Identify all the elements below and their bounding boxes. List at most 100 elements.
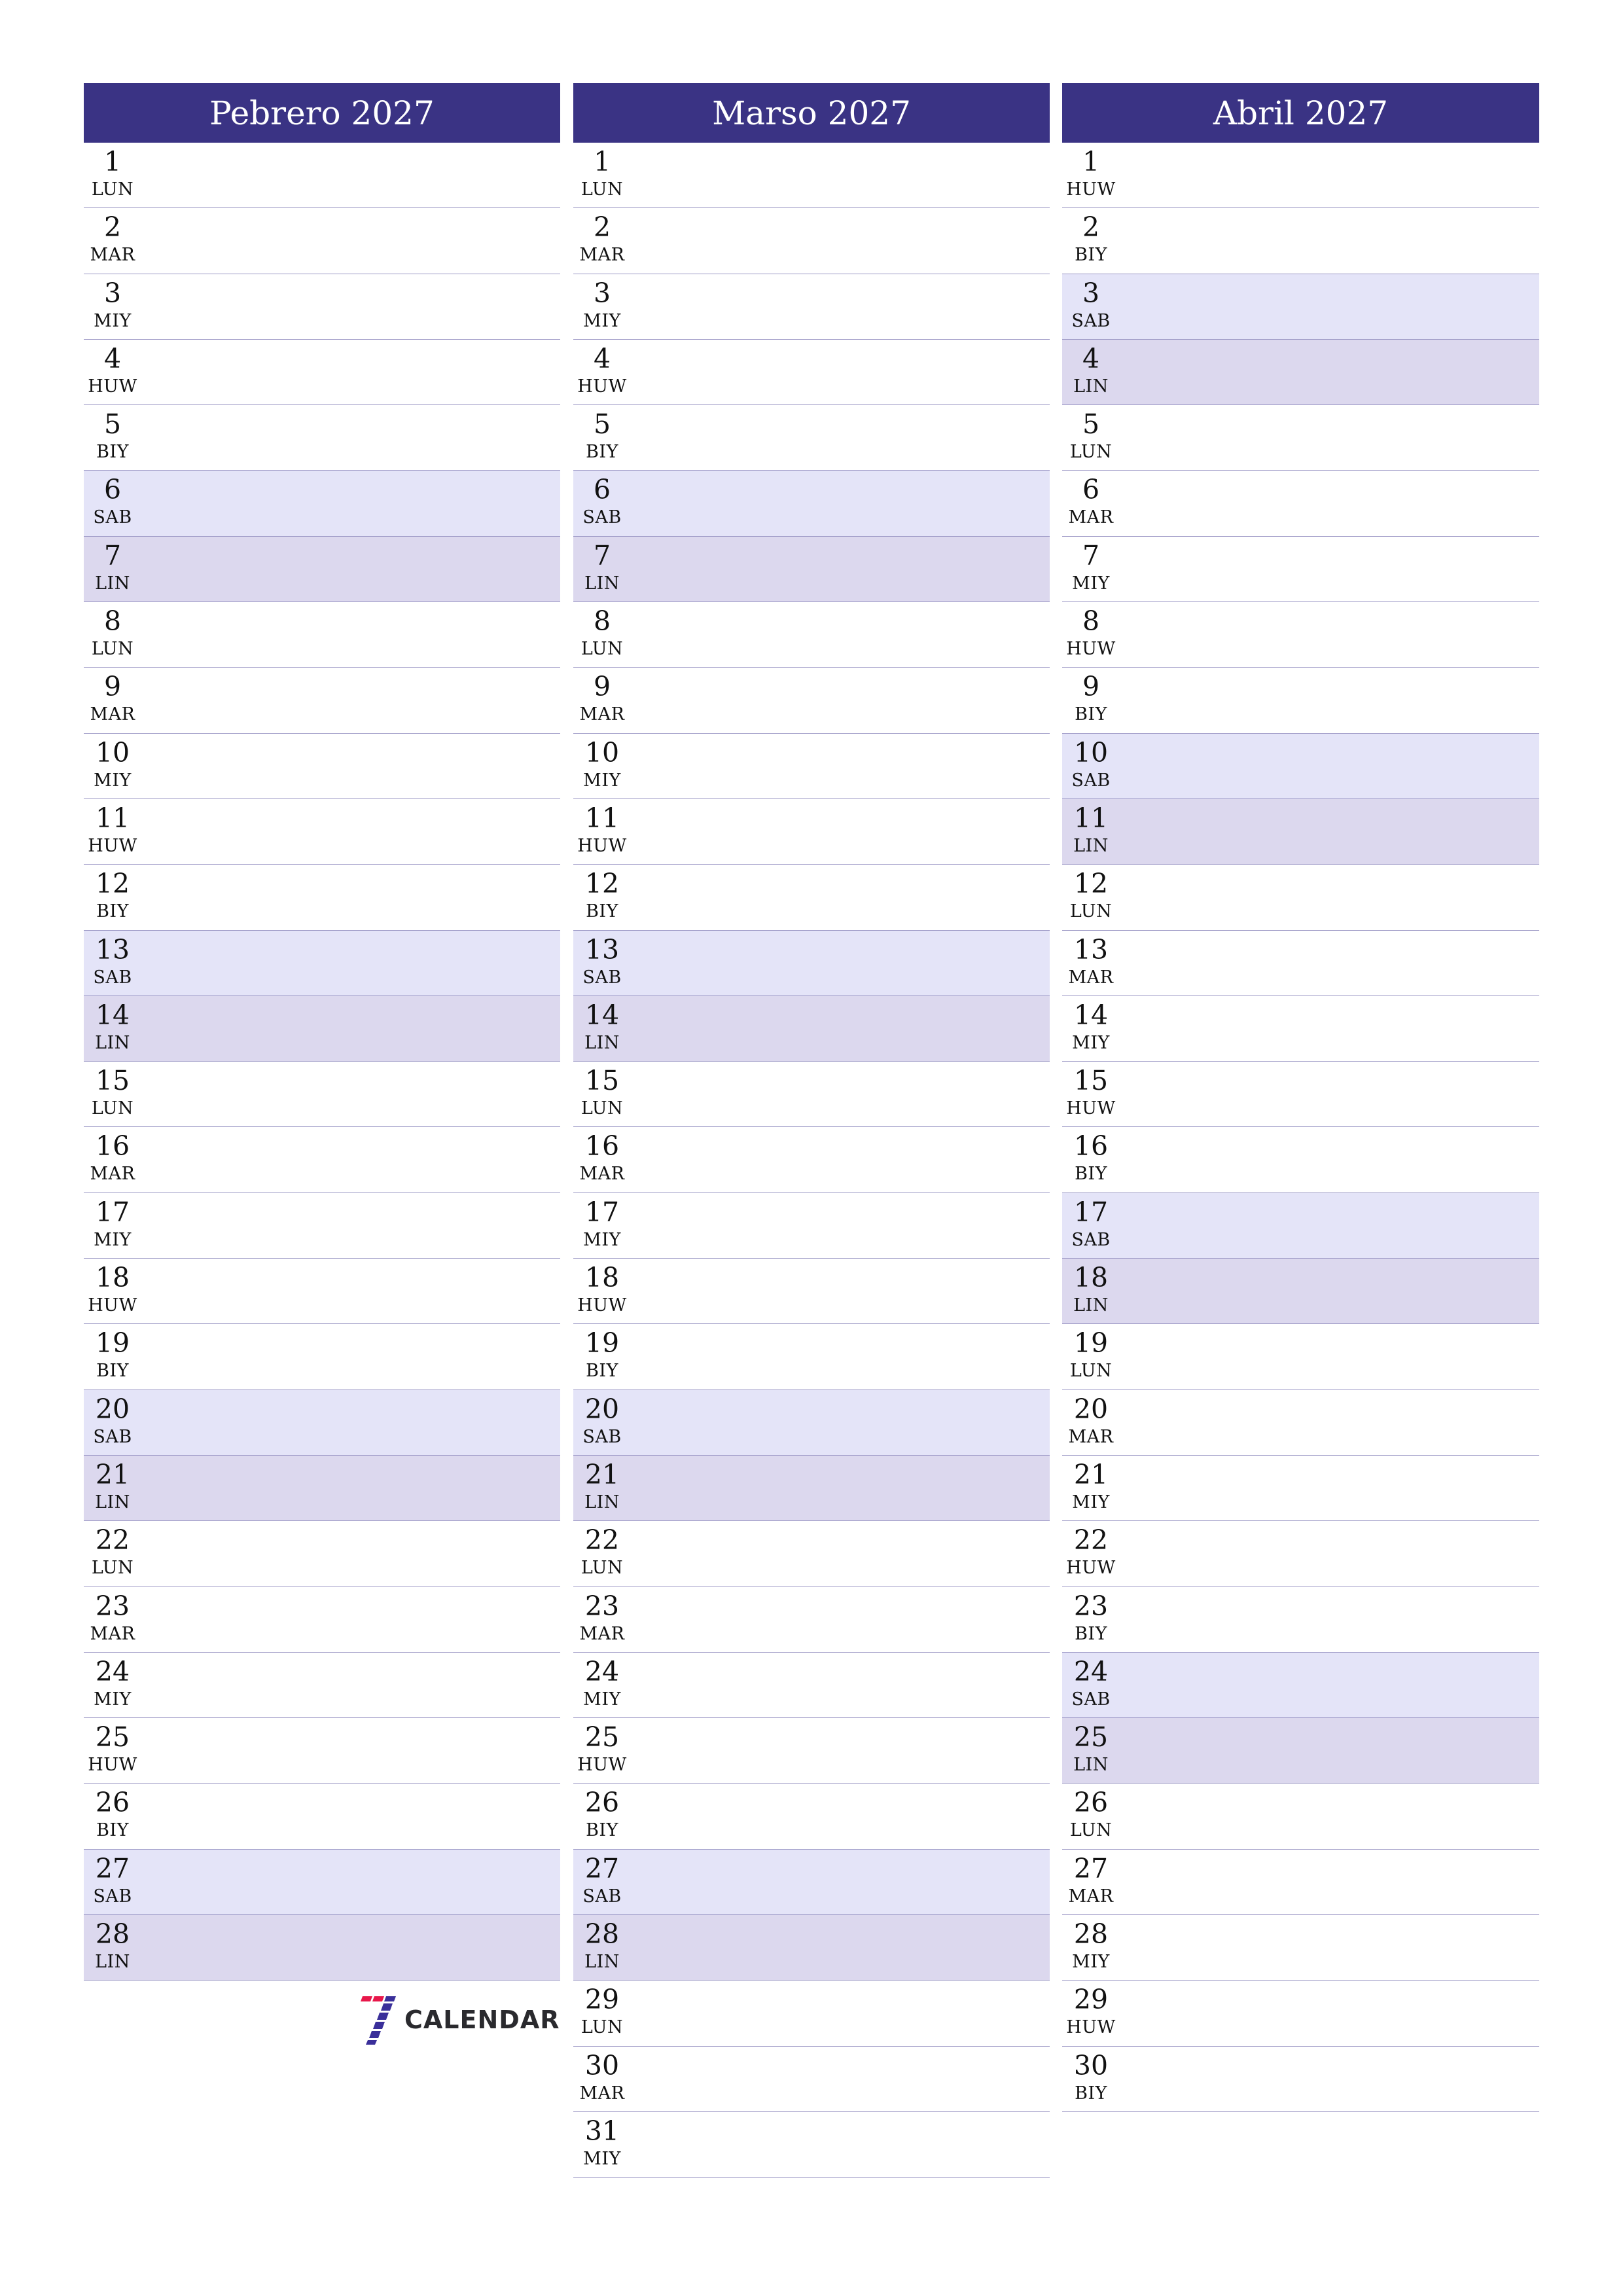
weekday-abbreviation: HUW	[88, 376, 137, 397]
weekday-abbreviation: BIY	[1075, 1164, 1107, 1185]
weekday-abbreviation: HUW	[577, 835, 627, 856]
day-row: 24 SAB	[1062, 1652, 1539, 1719]
weekday-abbreviation: LUN	[580, 2017, 624, 2038]
day-cell: 18 LIN	[1066, 1261, 1116, 1318]
day-cell: 27 SAB	[577, 1852, 627, 1909]
weekday-abbreviation: SAB	[93, 1426, 132, 1447]
day-row: 20 MAR	[1062, 1390, 1539, 1456]
day-number: 20	[584, 1393, 620, 1425]
day-cell: 22 HUW	[1066, 1524, 1116, 1580]
weekday-abbreviation: BIY	[1075, 245, 1107, 266]
day-row: 20 SAB	[84, 1390, 560, 1456]
day-row: 7 LIN	[573, 536, 1050, 603]
day-row: 9 BIY	[1062, 668, 1539, 734]
day-row: 19 BIY	[84, 1324, 560, 1390]
day-number: 16	[584, 1130, 620, 1162]
day-number: 14	[95, 999, 130, 1031]
day-cell: 16 MAR	[88, 1130, 137, 1186]
day-row: 1 LUN	[84, 143, 560, 209]
day-cell: 19 BIY	[577, 1327, 627, 1383]
day-cell: 23 BIY	[1066, 1590, 1116, 1646]
day-cell: 19 BIY	[88, 1327, 137, 1383]
day-cell: 24 SAB	[1066, 1655, 1116, 1712]
weekday-abbreviation: HUW	[1066, 179, 1116, 200]
weekday-abbreviation: LUN	[580, 639, 624, 660]
day-row: 23 MAR	[84, 1587, 560, 1653]
day-cell: 6 SAB	[88, 473, 137, 529]
day-row: 17 SAB	[1062, 1193, 1539, 1259]
day-row: 4 LIN	[1062, 339, 1539, 406]
weekday-abbreviation: BIY	[96, 901, 129, 922]
day-row: 7 MIY	[1062, 537, 1539, 603]
day-number: 28	[584, 1918, 620, 1950]
weekday-abbreviation: LIN	[95, 1492, 130, 1513]
weekday-abbreviation: LUN	[1069, 901, 1113, 922]
weekday-abbreviation: MIY	[1072, 1492, 1110, 1513]
day-cell: 20 SAB	[88, 1393, 137, 1449]
day-number: 8	[593, 605, 611, 637]
weekday-abbreviation: HUW	[577, 376, 627, 397]
day-number: 28	[1073, 1918, 1109, 1950]
day-number: 5	[103, 408, 122, 440]
day-row: 1 LUN	[573, 143, 1050, 209]
day-row: 23 MAR	[573, 1587, 1050, 1653]
weekday-abbreviation: MIY	[1072, 573, 1110, 594]
weekday-abbreviation: LUN	[580, 1558, 624, 1579]
day-row: 15 HUW	[1062, 1062, 1539, 1128]
day-row: 18 LIN	[1062, 1259, 1539, 1325]
weekday-abbreviation: SAB	[582, 507, 622, 528]
weekday-abbreviation: LIN	[584, 1492, 620, 1513]
day-row: 8 LUN	[84, 602, 560, 668]
weekday-abbreviation: MAR	[90, 1164, 135, 1185]
day-row: 5 BIY	[84, 405, 560, 471]
day-row: 22 LUN	[84, 1521, 560, 1587]
weekday-abbreviation: LIN	[1073, 1755, 1109, 1776]
weekday-abbreviation: MAR	[1068, 1426, 1114, 1447]
day-row: 25 LIN	[1062, 1718, 1539, 1784]
weekday-abbreviation: BIY	[586, 1361, 618, 1382]
day-number: 15	[1073, 1065, 1109, 1097]
day-row: 9 MAR	[84, 668, 560, 734]
logo-text: CALENDAR	[404, 2005, 560, 2034]
day-row: 18 HUW	[84, 1259, 560, 1325]
day-number: 11	[1073, 802, 1109, 834]
day-number: 1	[1082, 146, 1100, 177]
day-cell: 26 BIY	[88, 1786, 137, 1842]
weekday-abbreviation: MAR	[90, 1623, 135, 1644]
day-cell: 16 MAR	[577, 1130, 627, 1186]
day-cell: 31 MIY	[577, 2115, 627, 2171]
day-cell: 14 LIN	[88, 999, 137, 1055]
day-cell: 1 HUW	[1066, 145, 1116, 202]
day-number: 30	[584, 2049, 620, 2081]
weekday-abbreviation: HUW	[577, 1755, 627, 1776]
day-number: 10	[1073, 736, 1109, 768]
day-number: 22	[95, 1524, 130, 1556]
day-list: 1 HUW 2 BIY 3 SAB 4 LIN 5 LUN 6 MAR 7 MIY 8 HUW 9 BIY 10 SA…	[1062, 143, 1539, 2112]
day-cell: 10 MIY	[577, 736, 627, 793]
day-cell: 28 LIN	[88, 1918, 137, 1974]
day-list: 1 LUN 2 MAR 3 MIY 4 HUW 5 BIY 6 SAB 7 LIN 8 LUN 9 MAR 10 MI…	[84, 143, 560, 1981]
day-row: 26 BIY	[573, 1784, 1050, 1850]
day-cell: 3 MIY	[577, 277, 627, 333]
day-row: 8 LUN	[573, 602, 1050, 668]
day-number: 3	[103, 277, 122, 309]
day-cell: 11 HUW	[577, 802, 627, 858]
day-cell: 3 MIY	[88, 277, 137, 333]
day-row: 21 LIN	[573, 1455, 1050, 1522]
weekday-abbreviation: MAR	[579, 1623, 625, 1644]
day-row: 24 MIY	[573, 1653, 1050, 1719]
day-row: 23 BIY	[1062, 1587, 1539, 1653]
day-row: 29 LUN	[573, 1981, 1050, 2047]
day-row: 14 LIN	[573, 996, 1050, 1062]
weekday-abbreviation: SAB	[1071, 310, 1111, 331]
day-cell: 7 MIY	[1066, 539, 1116, 596]
day-cell: 2 BIY	[1066, 211, 1116, 267]
day-row: 2 MAR	[84, 208, 560, 274]
day-row: 28 LIN	[573, 1915, 1050, 1981]
day-row: 12 BIY	[573, 865, 1050, 931]
day-cell: 24 MIY	[88, 1655, 137, 1712]
month-column-pebrero: Pebrero 2027 1 LUN 2 MAR 3 MIY 4 HUW 5 BIY 6 SAB 7 LI…	[84, 83, 560, 1981]
day-number: 17	[1073, 1196, 1109, 1228]
day-row: 27 SAB	[573, 1849, 1050, 1916]
day-row: 9 MAR	[573, 668, 1050, 734]
